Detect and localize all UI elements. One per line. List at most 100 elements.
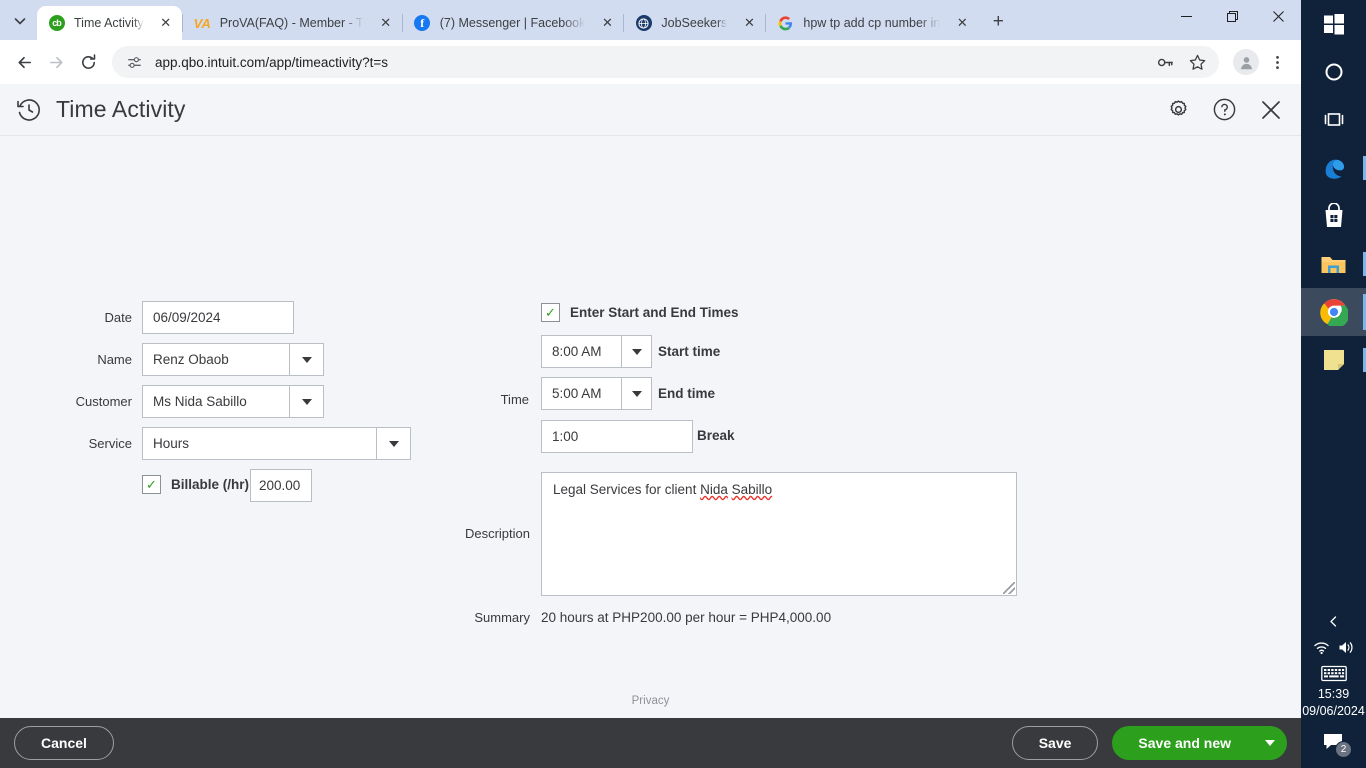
customer-label: Customer xyxy=(75,394,132,409)
break-field[interactable]: 1:00 xyxy=(541,420,693,453)
notification-count-badge: 2 xyxy=(1335,741,1352,758)
chevron-down-icon xyxy=(301,398,312,405)
time-label: Time xyxy=(500,392,529,407)
sticky-notes-button[interactable] xyxy=(1301,336,1366,384)
chevron-down-icon xyxy=(388,440,399,447)
end-time-value: 5:00 AM xyxy=(552,386,602,401)
forward-arrow-icon xyxy=(49,56,63,68)
back-button[interactable] xyxy=(8,46,40,78)
minimize-icon xyxy=(1180,16,1192,17)
globe-icon xyxy=(638,17,649,29)
browser-tab-jobseekers[interactable]: JobSeekers ✕ xyxy=(624,6,765,40)
customer-field[interactable]: Ms Nida Sabillo xyxy=(142,385,324,418)
maximize-icon xyxy=(1226,11,1238,22)
save-button[interactable]: Save xyxy=(1011,726,1099,760)
edge-button[interactable] xyxy=(1301,144,1366,192)
description-textarea[interactable]: Legal Services for client Nida Sabillo xyxy=(541,472,1017,596)
windows-taskbar: 15:39 09/06/2024 2 xyxy=(1301,0,1366,768)
cancel-button[interactable]: Cancel xyxy=(14,726,114,760)
show-hidden-icons-button[interactable] xyxy=(1327,608,1340,634)
billable-checkbox[interactable]: ✓ xyxy=(142,475,161,494)
tab-search-button[interactable] xyxy=(6,7,34,35)
service-field[interactable]: Hours xyxy=(142,427,411,460)
browser-tab-prova[interactable]: VA ProVA(FAQ) - Member - T ✕ xyxy=(183,6,402,40)
taskbar-clock[interactable]: 15:39 09/06/2024 xyxy=(1302,686,1365,720)
start-time-value: 8:00 AM xyxy=(552,344,602,359)
touch-keyboard-button[interactable] xyxy=(1320,660,1347,686)
address-bar[interactable]: app.qbo.intuit.com/app/timeactivity?t=s xyxy=(112,46,1219,78)
tune-sliders-icon xyxy=(128,56,141,68)
page-scrollbar[interactable] xyxy=(1290,136,1301,718)
google-g-icon xyxy=(779,15,793,30)
chrome-button[interactable] xyxy=(1301,288,1366,336)
chevron-down-icon xyxy=(631,348,642,355)
tab-close-button[interactable]: ✕ xyxy=(952,13,972,33)
textarea-resize-handle[interactable] xyxy=(1003,582,1015,594)
keyboard-icon xyxy=(1320,665,1347,681)
chrome-icon xyxy=(1319,299,1348,326)
file-explorer-button[interactable] xyxy=(1301,240,1366,288)
profile-avatar[interactable] xyxy=(1233,49,1259,75)
start-time-dropdown-button[interactable] xyxy=(621,336,651,367)
clock-time: 15:39 xyxy=(1317,687,1350,701)
name-dropdown-button[interactable] xyxy=(289,344,323,375)
edge-icon xyxy=(1325,159,1344,179)
end-time-field[interactable]: 5:00 AM xyxy=(541,377,652,410)
enter-times-checkbox[interactable]: ✓ xyxy=(541,303,560,322)
wifi-icon[interactable] xyxy=(1313,640,1330,655)
browser-tab-time-activity[interactable]: cb Time Activity ✕ xyxy=(37,6,182,40)
chrome-menu-button[interactable] xyxy=(1261,46,1293,78)
password-manager-button[interactable] xyxy=(1149,46,1181,78)
window-close-button[interactable] xyxy=(1255,0,1301,33)
notifications-button[interactable]: 2 xyxy=(1301,720,1366,764)
new-tab-button[interactable]: + xyxy=(984,8,1012,36)
tab-close-button[interactable]: ✕ xyxy=(597,13,617,33)
tab-title: Time Activity xyxy=(74,16,144,30)
browser-tab-messenger[interactable]: f (7) Messenger | Facebook ✕ xyxy=(403,6,624,40)
billable-rate-field[interactable]: 200.00 xyxy=(250,469,312,502)
tab-title: JobSeekers xyxy=(661,16,728,30)
customer-dropdown-button[interactable] xyxy=(289,386,323,417)
task-view-button[interactable] xyxy=(1301,96,1366,144)
microsoft-store-button[interactable] xyxy=(1301,192,1366,240)
forward-button[interactable] xyxy=(40,46,72,78)
cortana-button[interactable] xyxy=(1301,48,1366,96)
site-settings-icon[interactable] xyxy=(126,54,143,71)
gear-icon-glyph xyxy=(1170,100,1187,116)
reload-button[interactable] xyxy=(72,46,104,78)
gear-icon[interactable] xyxy=(1167,98,1190,121)
date-label: Date xyxy=(104,310,132,325)
speaker-icon[interactable] xyxy=(1338,640,1355,655)
enter-times-row: ✓ Enter Start and End Times xyxy=(541,303,739,322)
name-field[interactable]: Renz Obaob xyxy=(142,343,324,376)
key-icon xyxy=(1157,58,1173,66)
close-x-icon[interactable] xyxy=(1259,98,1283,122)
end-time-dropdown-button[interactable] xyxy=(621,378,651,409)
window-minimize-button[interactable] xyxy=(1163,0,1209,33)
description-text-misspelled-first: Nida xyxy=(700,482,728,497)
omnibox-actions xyxy=(1149,46,1213,78)
history-clock-icon[interactable] xyxy=(14,95,44,125)
billable-row: ✓ Billable (/hr) xyxy=(142,475,249,494)
page-header: Time Activity xyxy=(0,84,1301,136)
service-dropdown-button[interactable] xyxy=(376,428,410,459)
privacy-link[interactable]: Privacy xyxy=(0,695,1301,707)
tab-close-button[interactable]: ✕ xyxy=(376,13,396,33)
chevron-down-icon xyxy=(1265,740,1275,746)
start-time-field[interactable]: 8:00 AM xyxy=(541,335,652,368)
help-circle-icon[interactable] xyxy=(1212,97,1237,122)
window-maximize-button[interactable] xyxy=(1209,0,1255,33)
history-icon-glyph xyxy=(17,98,40,121)
browser-toolbar: app.qbo.intuit.com/app/timeactivity?t=s xyxy=(0,40,1301,84)
bookmark-button[interactable] xyxy=(1181,46,1213,78)
start-button[interactable] xyxy=(1301,0,1366,48)
tab-title: (7) Messenger | Facebook xyxy=(439,16,586,30)
save-and-new-dropdown-button[interactable] xyxy=(1253,726,1287,760)
tab-close-button[interactable]: ✕ xyxy=(739,13,759,33)
tab-close-button[interactable]: ✕ xyxy=(156,13,176,33)
browser-tab-google-search[interactable]: hpw tp add cp number in ✕ xyxy=(766,6,978,40)
reload-icon xyxy=(81,53,95,69)
clock-date: 09/06/2024 xyxy=(1302,704,1365,718)
save-and-new-button[interactable]: Save and new xyxy=(1112,726,1253,760)
date-field[interactable]: 06/09/2024 xyxy=(142,301,294,334)
